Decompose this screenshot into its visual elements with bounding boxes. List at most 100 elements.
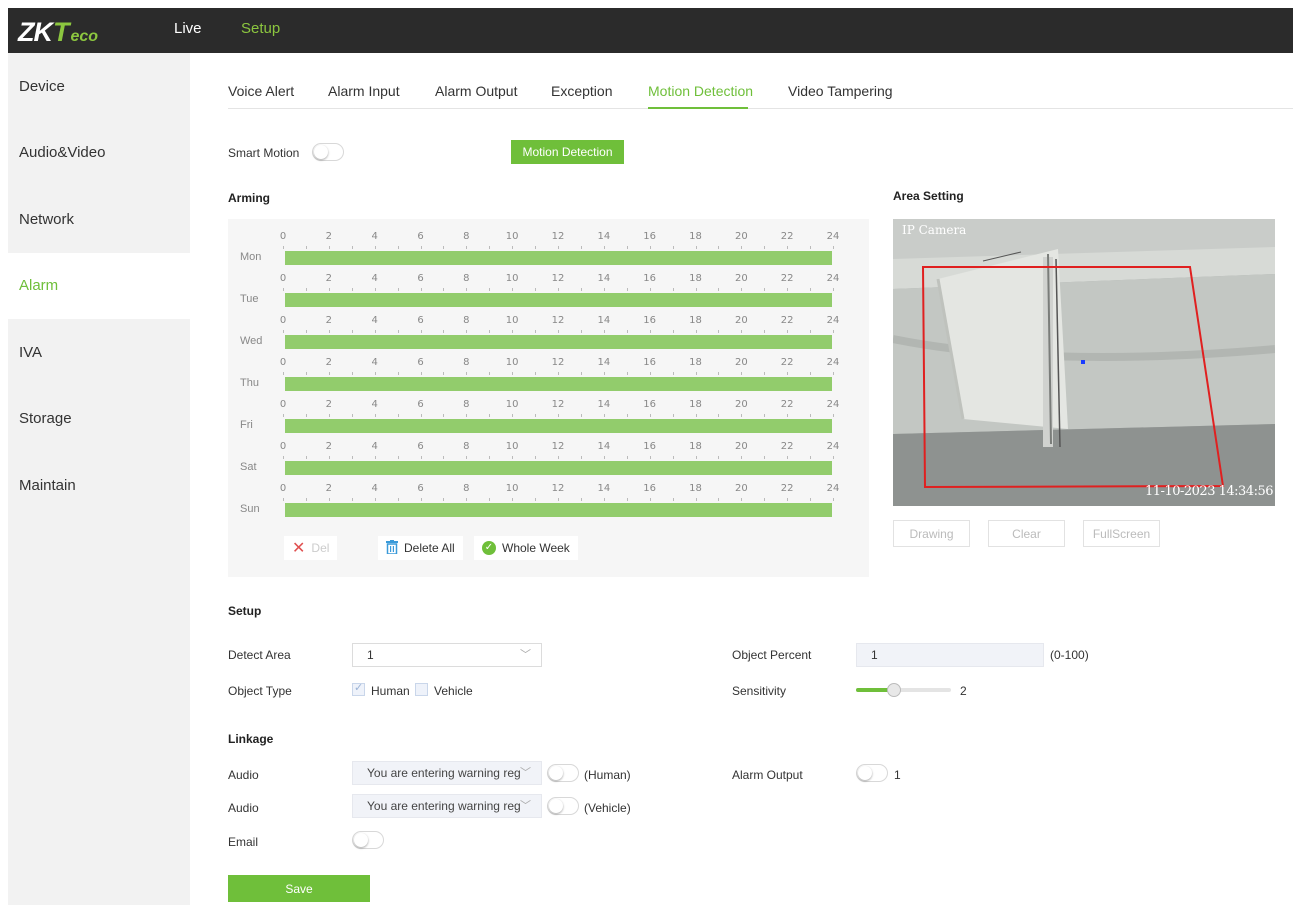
tab-alarm-output[interactable]: Alarm Output [435, 83, 517, 99]
hour-tick-label: 18 [689, 399, 702, 410]
sidebar-item-storage[interactable]: Storage [8, 386, 190, 453]
alarm-output-label: Alarm Output [732, 768, 803, 782]
hour-tick-mark [695, 456, 697, 459]
setup-title: Setup [228, 604, 262, 618]
hour-tick-mark [328, 498, 330, 501]
hour-tick-label: 14 [597, 273, 611, 284]
hour-tick-mark [328, 414, 330, 417]
hour-tick-mark [535, 456, 537, 459]
sidebar-item-maintain[interactable]: Maintain [8, 452, 190, 519]
hour-tick-mark [649, 414, 651, 417]
hour-tick-label: 0 [279, 231, 287, 242]
schedule-bar[interactable] [285, 461, 832, 475]
hour-tick-mark [283, 456, 284, 459]
hour-tick-label: 8 [463, 399, 470, 410]
hour-ticks: 0 2 4 6 8 10 12 14 16 18 20 22 24 [280, 315, 839, 333]
tab-voice-alert[interactable]: Voice Alert [228, 83, 294, 99]
hour-tick-mark [787, 246, 789, 249]
tab-motion-detection[interactable]: Motion Detection [648, 83, 753, 99]
human-checkbox[interactable] [352, 681, 365, 696]
delete-all-button[interactable]: Delete All [378, 536, 463, 560]
nav-live[interactable]: Live [174, 20, 202, 37]
hour-tick-mark [512, 414, 514, 417]
sidebar-item-audio-video[interactable]: Audio&Video [8, 120, 190, 187]
schedule-bar[interactable] [285, 293, 832, 307]
alarm-output-toggle[interactable] [856, 764, 888, 782]
hour-tick-mark [580, 372, 582, 375]
hour-tick-label: 4 [371, 483, 378, 494]
hour-tick-mark [764, 414, 766, 417]
drawing-button[interactable]: Drawing [893, 520, 970, 547]
hour-tick-mark [397, 414, 399, 417]
hour-tick-mark [466, 330, 468, 333]
del-button[interactable]: ✕ Del [284, 536, 338, 560]
hour-tick-mark [787, 288, 789, 291]
day-row-wed: Wed 0 2 4 6 8 10 12 14 16 18 20 22 24 [228, 315, 869, 357]
sidebar-item-device[interactable]: Device [8, 53, 190, 120]
audio-human-suffix: (Human) [584, 768, 631, 782]
sensitivity-slider[interactable] [856, 683, 951, 697]
hour-tick-label: 10 [505, 483, 519, 494]
hour-tick-mark [626, 414, 628, 417]
hour-tick-mark [810, 498, 812, 501]
schedule-bar[interactable] [285, 377, 832, 391]
tab-video-tampering[interactable]: Video Tampering [788, 83, 893, 99]
hour-tick-mark [535, 330, 537, 333]
sidebar-item-iva[interactable]: IVA [8, 319, 190, 386]
alarm-output-value: 1 [894, 768, 901, 782]
schedule-bar[interactable] [285, 419, 832, 433]
camera-preview[interactable]: IP Camera 11-10-2023 14:34:56 [893, 219, 1275, 506]
motion-detection-button[interactable]: Motion Detection [511, 140, 624, 164]
schedule-bar[interactable] [285, 251, 832, 265]
slider-handle[interactable] [887, 683, 901, 697]
hour-tick-label: 10 [505, 273, 519, 284]
tab-exception[interactable]: Exception [551, 83, 612, 99]
object-percent-input[interactable]: 1 [856, 643, 1044, 667]
sidebar-item-network[interactable]: Network [8, 186, 190, 253]
hour-tick-mark [328, 288, 330, 291]
audio-vehicle-toggle[interactable] [547, 797, 579, 815]
nav-setup[interactable]: Setup [241, 20, 280, 37]
audio-vehicle-select[interactable]: You are entering warning reg ﹀ [352, 794, 542, 818]
hour-tick-mark [695, 372, 697, 375]
audio-human-select[interactable]: You are entering warning reg ﹀ [352, 761, 542, 785]
smart-motion-toggle[interactable] [312, 143, 344, 161]
hour-tick-mark [741, 414, 743, 417]
hour-tick-label: 4 [371, 315, 378, 326]
fullscreen-button[interactable]: FullScreen [1083, 520, 1160, 547]
app-frame: ZK T eco Live Setup Device Audio&Video N… [8, 8, 1293, 905]
hour-tick-label: 12 [551, 483, 565, 494]
hour-tick-label: 14 [597, 441, 611, 452]
hour-tick-mark [374, 414, 376, 417]
hour-tick-mark [764, 498, 766, 501]
hour-tick-label: 8 [463, 441, 470, 452]
hour-tick-mark [466, 414, 468, 417]
audio-vehicle-value: You are entering warning reg [367, 799, 521, 813]
hour-tick-mark [741, 246, 743, 249]
hour-tick-mark [672, 372, 674, 375]
hour-tick-mark [626, 456, 628, 459]
save-button[interactable]: Save [228, 875, 370, 902]
hour-tick-label: 0 [279, 399, 287, 410]
logo-zk: ZK [18, 17, 53, 47]
email-toggle[interactable] [352, 831, 384, 849]
clear-button[interactable]: Clear [988, 520, 1065, 547]
check-circle-icon: ✓ [482, 541, 496, 555]
detect-area-select[interactable]: 1 ﹀ [352, 643, 542, 667]
vehicle-checkbox[interactable] [415, 683, 428, 696]
hour-tick-mark [535, 372, 537, 375]
hour-tick-mark [443, 372, 445, 375]
schedule-bar[interactable] [285, 335, 832, 349]
tab-alarm-input[interactable]: Alarm Input [328, 83, 400, 99]
hour-tick-mark [558, 414, 559, 417]
schedule-bar[interactable] [285, 503, 832, 517]
sidebar-item-alarm[interactable]: Alarm [8, 252, 190, 319]
hour-tick-mark [810, 246, 812, 249]
hour-tick-mark [764, 330, 766, 333]
whole-week-button[interactable]: ✓ Whole Week [474, 536, 578, 560]
hour-tick-label: 22 [780, 399, 794, 410]
hour-tick-mark [512, 498, 514, 501]
hour-tick-mark [580, 246, 582, 249]
hour-tick-mark [374, 330, 376, 333]
audio-human-toggle[interactable] [547, 764, 579, 782]
